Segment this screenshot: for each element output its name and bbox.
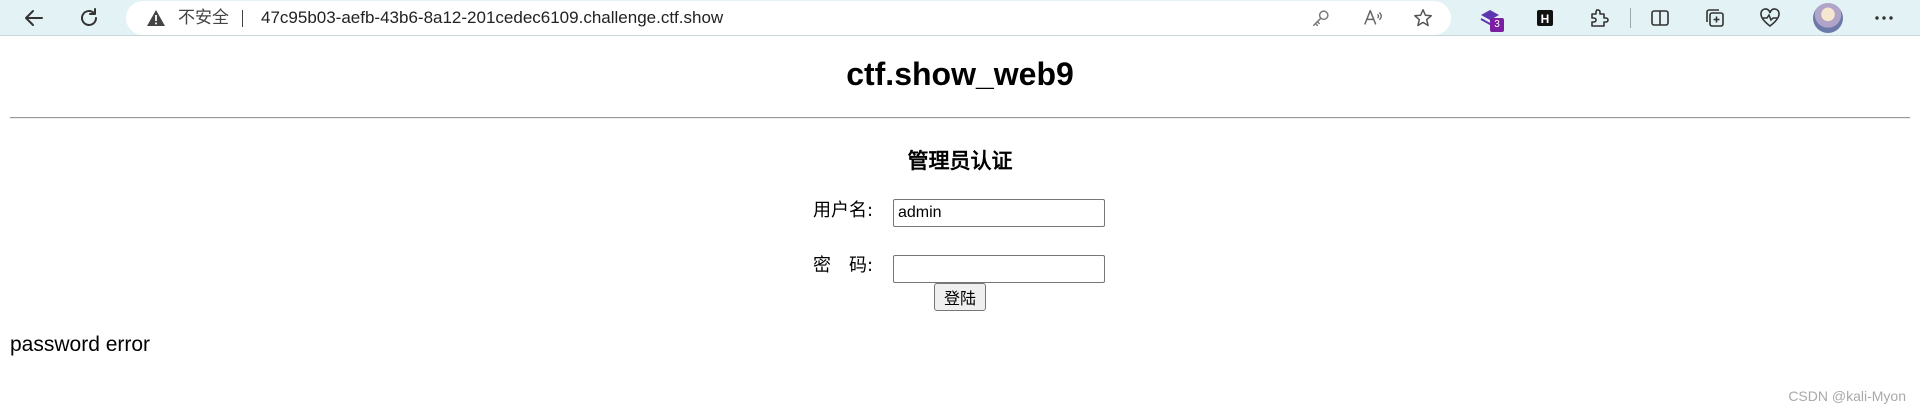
horizontal-rule (10, 117, 1910, 119)
username-input[interactable] (893, 199, 1105, 227)
password-input[interactable] (893, 255, 1105, 283)
warning-icon[interactable] (146, 8, 166, 28)
back-icon (25, 10, 43, 26)
toolbar-divider (1630, 8, 1631, 28)
address-bar[interactable]: 不安全 47c95b03-aefb-43b6-8a12-201cedec6109… (126, 1, 1451, 35)
address-divider (242, 10, 243, 27)
puzzle-icon[interactable] (1586, 5, 1612, 31)
refresh-button[interactable] (72, 2, 106, 34)
browser-toolbar: 不安全 47c95b03-aefb-43b6-8a12-201cedec6109… (0, 0, 1920, 36)
favorite-star-icon[interactable] (1412, 7, 1434, 29)
split-screen-icon[interactable] (1647, 5, 1673, 31)
extension-badge: 3 (1490, 18, 1504, 32)
username-label: 用户名: (813, 200, 874, 221)
refresh-icon (81, 8, 97, 26)
more-icon[interactable] (1871, 5, 1897, 31)
avatar[interactable] (1813, 3, 1843, 33)
h-extension-label: H (1541, 12, 1550, 26)
login-button[interactable]: 登陆 (934, 283, 986, 311)
read-aloud-icon[interactable] (1362, 7, 1384, 29)
health-icon[interactable] (1757, 5, 1783, 31)
url-text[interactable]: 47c95b03-aefb-43b6-8a12-201cedec6109.cha… (261, 9, 723, 27)
page-title: ctf.show_web9 (846, 56, 1074, 92)
watermark: CSDN @kali-Myon (1788, 388, 1906, 404)
security-status-label[interactable]: 不安全 (178, 9, 229, 27)
back-button[interactable] (17, 2, 51, 34)
status-message: password error (10, 333, 151, 356)
key-icon[interactable] (1310, 7, 1332, 29)
form-heading: 管理员认证 (907, 149, 1013, 173)
collections-icon[interactable] (1702, 5, 1728, 31)
h-extension-icon[interactable]: H (1532, 5, 1558, 31)
password-label: 密 码: (813, 255, 874, 276)
